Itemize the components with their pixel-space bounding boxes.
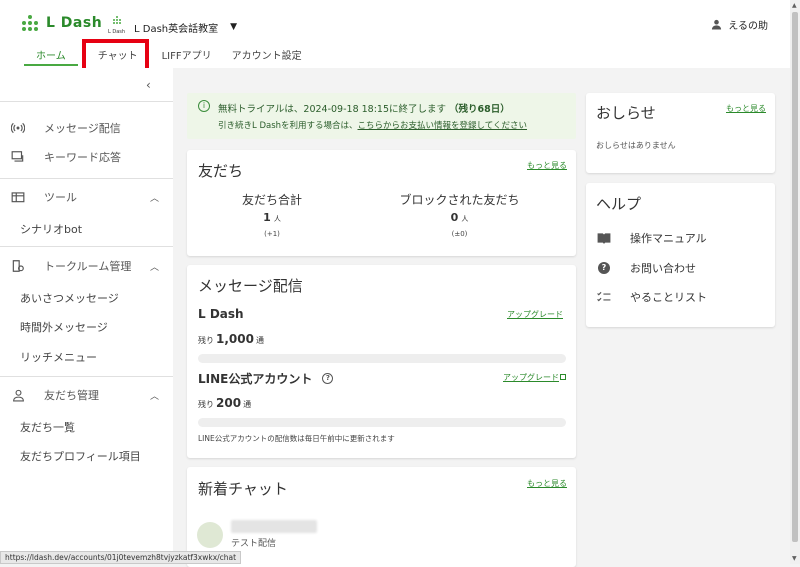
sidebar-divider [0, 178, 173, 179]
help-circle-icon[interactable]: ? [322, 373, 334, 384]
sidebar-sub-greeting[interactable]: あいさつメッセージ [20, 290, 119, 306]
external-link-icon [560, 374, 566, 380]
chevron-up-icon[interactable]: ︿ [150, 191, 159, 204]
user-icon [712, 19, 722, 30]
chevron-up-icon[interactable]: ︿ [150, 389, 159, 402]
browser-status-url: https://ldash.dev/accounts/01j0tevemzh8t… [0, 551, 242, 564]
news-more-link[interactable]: もっと見る [726, 103, 766, 114]
sidebar-item-keyword-reply[interactable]: キーワード応答 [0, 143, 173, 171]
sidebar: ‹ メッセージ配信 キーワード応答 ツール ︿ シナリオbot トークルーム管理… [0, 68, 173, 564]
collapse-sidebar-icon[interactable]: ‹ [146, 78, 151, 92]
ldash-upgrade-link[interactable]: アップグレード [507, 309, 563, 320]
logo-mark-icon [22, 15, 38, 31]
talkroom-icon [10, 258, 26, 274]
help-item-manual[interactable]: 操作マニュアル [596, 230, 707, 246]
line-remaining: 残り 200 通 [198, 396, 252, 410]
line-usage-bar [198, 418, 566, 427]
sidebar-divider [0, 101, 173, 102]
help-item-contact[interactable]: ? お問い合わせ [596, 260, 696, 276]
account-switcher[interactable]: L Dash L Dash英会話教室 ▼ [108, 16, 237, 38]
sidebar-sub-rich-menu[interactable]: リッチメニュー [20, 349, 97, 365]
trial-message: 無料トライアルは、2024-09-18 18:15に終了します （残り68日） [218, 104, 510, 115]
user-name: えるの助 [728, 21, 768, 32]
chat-preview[interactable]: テスト配信 [231, 536, 276, 549]
info-icon: i [198, 100, 210, 112]
new-chat-more-link[interactable]: もっと見る [527, 478, 567, 489]
sidebar-sub-scenario-bot[interactable]: シナリオbot [20, 221, 82, 237]
line-quota-label: LINE公式アカウント ? [198, 370, 334, 387]
app-logo[interactable]: L Dash [22, 15, 102, 31]
line-quota-note: LINE公式アカウントの配信数は毎日午前中に更新されます [198, 434, 395, 443]
ldash-quota-label: L Dash [198, 307, 244, 321]
new-chat-card: 新着チャット もっと見る テスト配信 [187, 467, 576, 567]
account-logo: L Dash [108, 16, 128, 38]
tools-icon [10, 189, 26, 205]
friends-title: 友だち [198, 162, 244, 180]
ldash-usage-bar [198, 354, 566, 363]
blocked-friends-value: 0人 [450, 211, 469, 224]
line-upgrade-link[interactable]: アップグレード [503, 372, 566, 383]
blocked-friends-diff: (±0) [451, 230, 468, 238]
news-card: おしらせ もっと見る おしらせはありません [586, 93, 775, 173]
tab-home[interactable]: ホーム [24, 44, 78, 66]
scroll-down-icon[interactable]: ▼ [792, 555, 797, 562]
friends-card: 友だち もっと見る 友だち合計 1人 (+1) ブロックされた友だち 0人 (±… [187, 150, 576, 256]
help-item-todo[interactable]: やることリスト [596, 289, 707, 305]
news-empty-text: おしらせはありません [596, 141, 676, 150]
blocked-friends-label: ブロックされた友だち [399, 193, 520, 207]
scroll-thumb[interactable] [792, 12, 798, 542]
ldash-remaining: 残り 1,000 通 [198, 332, 264, 346]
payment-register-link[interactable]: こちらからお支払い情報を登録してください [358, 121, 528, 131]
chevron-up-icon[interactable]: ︿ [150, 260, 159, 273]
sidebar-sub-after-hours[interactable]: 時間外メッセージ [20, 319, 108, 335]
question-icon: ? [596, 260, 612, 276]
friends-total-value: 1人 [263, 211, 281, 224]
friends-more-link[interactable]: もっと見る [527, 160, 567, 171]
help-title: ヘルプ [596, 195, 642, 213]
chat-username-blurred [231, 520, 317, 533]
main-tabs: ホーム チャット LIFFアプリ アカウント設定 [24, 44, 314, 66]
checklist-icon [596, 289, 612, 305]
avatar[interactable] [197, 522, 223, 548]
user-menu[interactable]: えるの助 [711, 17, 768, 32]
trial-subtext: 引き続きL Dashを利用する場合は、こちらからお支払い情報を登録してください [218, 121, 528, 131]
scroll-up-icon[interactable]: ▲ [792, 2, 797, 9]
broadcast-icon [10, 120, 26, 136]
sidebar-item-broadcast[interactable]: メッセージ配信 [0, 114, 173, 142]
caret-down-icon[interactable]: ▼ [230, 22, 237, 32]
page-scrollbar[interactable]: ▲ ▼ [790, 0, 800, 564]
trial-banner: i 無料トライアルは、2024-09-18 18:15に終了します （残り68日… [187, 93, 576, 139]
top-header: L Dash L Dash L Dash英会話教室 ▼ えるの助 ホーム チャッ… [0, 0, 790, 73]
messages-card: メッセージ配信 L Dash アップグレード 残り 1,000 通 LINE公式アカ… [187, 265, 576, 458]
person-icon [10, 387, 26, 403]
messages-title: メッセージ配信 [198, 277, 303, 295]
tab-liff-apps[interactable]: LIFFアプリ [150, 44, 224, 66]
sidebar-sub-friend-list[interactable]: 友だち一覧 [20, 419, 75, 435]
new-chat-title: 新着チャット [198, 480, 288, 498]
sidebar-sub-friend-profile-fields[interactable]: 友だちプロフィール項目 [20, 448, 141, 464]
help-card: ヘルプ 操作マニュアル ? お問い合わせ やることリスト [586, 183, 775, 327]
news-title: おしらせ [596, 104, 656, 122]
sidebar-item-friends[interactable]: 友だち管理 ︿ [0, 381, 173, 409]
account-name: L Dash英会話教室 [134, 23, 219, 35]
sidebar-item-talkroom[interactable]: トークルーム管理 ︿ [0, 252, 173, 280]
sidebar-divider [0, 246, 173, 247]
sidebar-divider [0, 376, 173, 377]
sidebar-item-tools[interactable]: ツール ︿ [0, 183, 173, 211]
keyword-reply-icon [10, 149, 26, 165]
manual-book-icon [596, 230, 612, 246]
friends-total-diff: (+1) [264, 230, 280, 238]
logo-text: L Dash [46, 15, 103, 31]
tab-account-settings[interactable]: アカウント設定 [220, 44, 314, 66]
friends-total-label: 友だち合計 [241, 193, 302, 207]
